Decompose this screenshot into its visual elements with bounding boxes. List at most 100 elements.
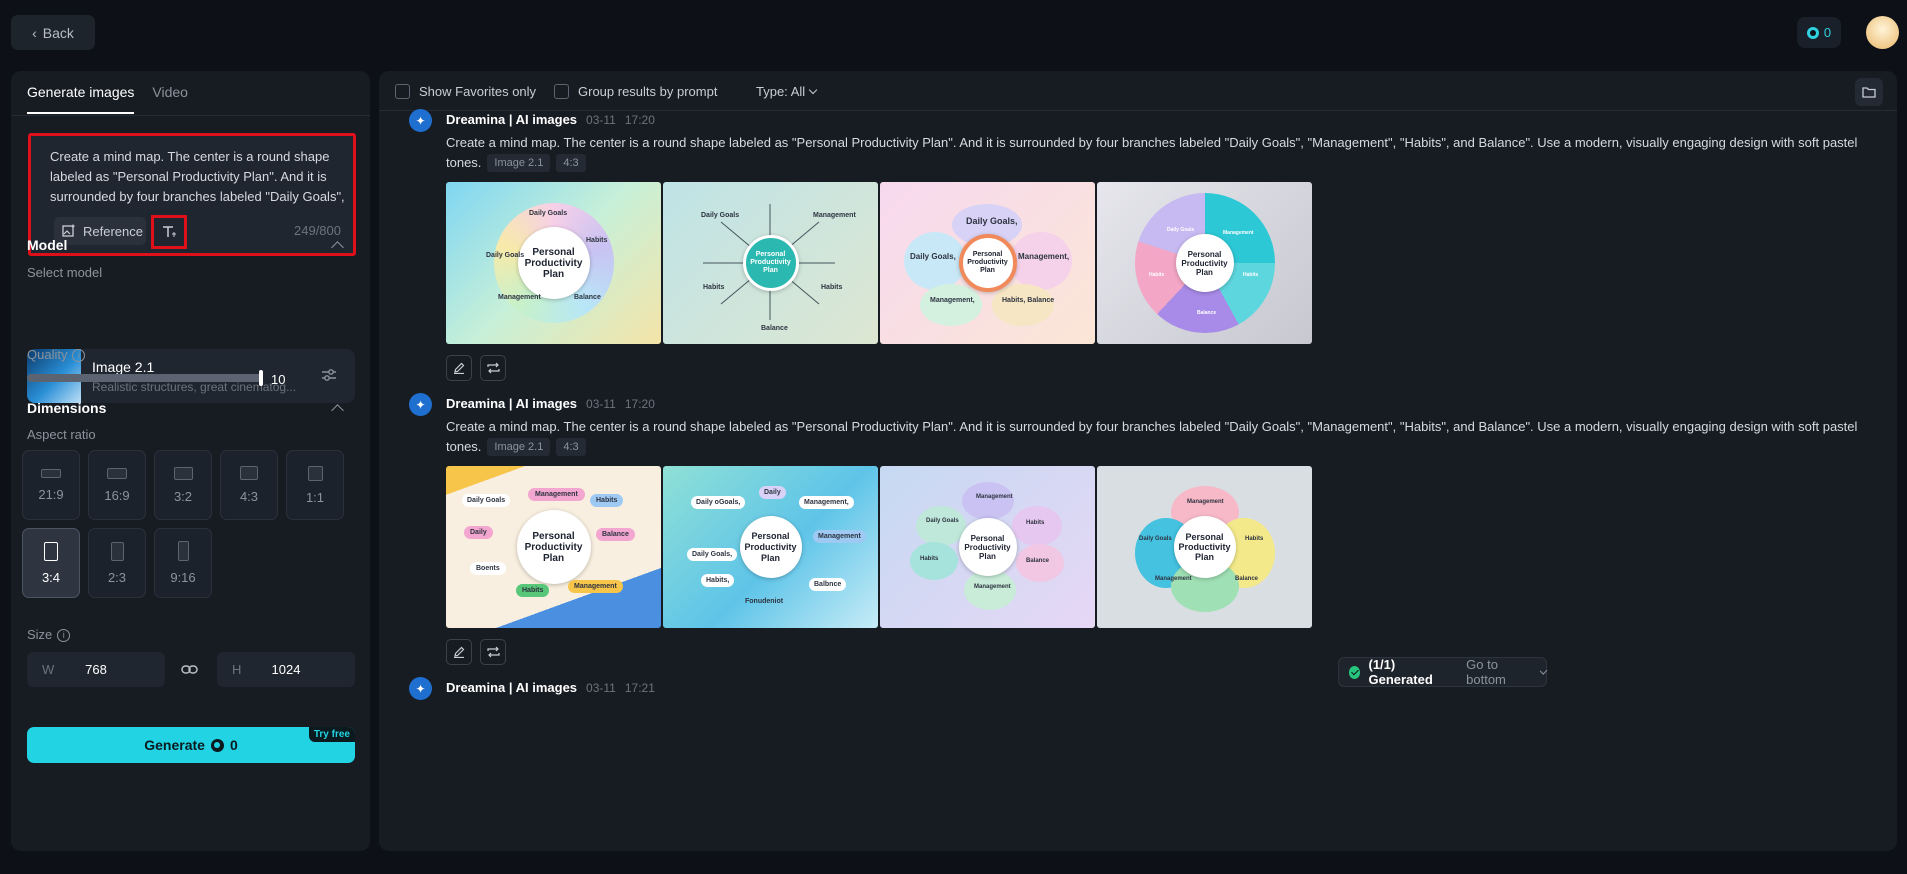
bubble-shape: [1012, 506, 1062, 546]
generated-image[interactable]: Personal Productivity Plan Management Da…: [1097, 466, 1312, 628]
quality-slider-handle[interactable]: [259, 370, 263, 386]
generate-button[interactable]: Generate 0 Try free: [27, 727, 355, 763]
entry-actions: [446, 355, 506, 381]
dimensions-section-title: Dimensions: [27, 400, 107, 416]
generate-label: Generate: [144, 737, 205, 753]
reference-image-icon: [62, 224, 75, 237]
text-format-button[interactable]: [151, 215, 187, 249]
back-button[interactable]: ‹ Back: [11, 15, 95, 50]
height-value[interactable]: 1024: [217, 662, 355, 677]
height-field[interactable]: H 1024: [217, 652, 355, 687]
branch-label: Daily Goals,: [687, 548, 738, 561]
generation-toast[interactable]: (1/1) Generated Go to bottom: [1338, 657, 1548, 687]
reference-button[interactable]: Reference: [54, 217, 146, 245]
go-to-bottom-link[interactable]: Go to bottom: [1466, 657, 1532, 687]
ratio-option-3-2[interactable]: 3:2: [154, 450, 212, 520]
regenerate-button[interactable]: [480, 639, 506, 665]
regenerate-icon: [486, 362, 500, 374]
branch-label: Balance: [1026, 558, 1050, 564]
center-node: Personal Productivity Plan: [958, 518, 1017, 576]
checkbox-box[interactable]: [395, 84, 410, 99]
generated-image[interactable]: Personal Productivity Plan Daily Goals M…: [663, 182, 878, 344]
edit-icon: [454, 362, 465, 374]
ratio-shape-icon: [44, 541, 58, 561]
entry-author: Dreamina | AI images: [446, 680, 578, 695]
regenerate-button[interactable]: [480, 355, 506, 381]
entry-header: Dreamina | AI images 03-11 17:21: [446, 680, 655, 695]
credit-icon: [210, 738, 224, 752]
branch-label: Daily Goals: [701, 212, 740, 219]
branch-label: Daily oGoals,: [691, 496, 746, 509]
tab-generate-images[interactable]: Generate images: [27, 84, 135, 114]
ratio-shape-icon: [307, 465, 323, 481]
ratio-tag: 4:3: [556, 154, 586, 172]
prompt-box[interactable]: Create a mind map. The center is a round…: [28, 133, 356, 256]
top-bar: ‹ Back 0: [0, 0, 1907, 68]
model-section-title: Model: [27, 237, 68, 253]
edit-button[interactable]: [446, 355, 472, 381]
branch-label: Management: [498, 294, 541, 301]
chevron-up-icon[interactable]: [331, 404, 344, 417]
ratio-option-4-3[interactable]: 4:3: [220, 450, 278, 520]
ratio-label: 1:1: [305, 489, 325, 505]
width-field[interactable]: W 768: [27, 652, 165, 687]
generated-image[interactable]: Personal Productivity Plan Daily Goals H…: [446, 182, 661, 344]
results-area: Show Favorites only Group results by pro…: [379, 71, 1897, 851]
center-node: Personal Productivity Plan: [742, 235, 799, 291]
ratio-option-1-1[interactable]: 1:1: [286, 450, 344, 520]
credit-icon: [1806, 26, 1819, 39]
prompt-textarea[interactable]: Create a mind map. The center is a round…: [50, 147, 346, 209]
ratio-label: 3:2: [173, 488, 193, 504]
ratio-option-9-16[interactable]: 9:16: [154, 528, 212, 598]
generated-image[interactable]: Personal Productivity Plan Daily Goals M…: [880, 466, 1095, 628]
avatar[interactable]: [1866, 16, 1899, 49]
petal-shape: [920, 284, 982, 326]
entry-prompt[interactable]: Create a mind map. The center is a round…: [446, 133, 1866, 173]
ratio-shape-icon: [41, 468, 61, 478]
branch-label: Habits: [1026, 520, 1045, 526]
generated-image[interactable]: Personal Productivity Plan Daily Goals, …: [880, 182, 1095, 344]
entry-prompt[interactable]: Create a mind map. The center is a round…: [446, 417, 1866, 457]
entry-date: 03-11: [586, 397, 616, 411]
ratio-option-2-3[interactable]: 2:3: [88, 528, 146, 598]
link-icon[interactable]: [181, 661, 198, 678]
model-tag: Image 2.1: [487, 154, 551, 172]
branch-label: Management: [974, 584, 1011, 590]
bubble-shape: [964, 570, 1016, 610]
edit-button[interactable]: [446, 639, 472, 665]
width-value[interactable]: 768: [27, 662, 165, 677]
entry-prompt-text: Create a mind map. The center is a round…: [446, 135, 1858, 170]
dreamina-logo-icon: ✦: [409, 393, 432, 416]
ratio-option-16-9[interactable]: 16:9: [88, 450, 146, 520]
tab-video[interactable]: Video: [152, 84, 188, 114]
branch-label: Management: [568, 580, 623, 593]
branch-label: Management: [813, 212, 856, 219]
branch-label: Daily Goals: [1139, 536, 1172, 542]
ratio-label: 21:9: [38, 486, 64, 502]
generated-image[interactable]: Personal Productivity Plan Daily Goals M…: [446, 466, 661, 628]
credits-badge[interactable]: 0: [1797, 17, 1841, 48]
branch-label: Management: [813, 530, 866, 543]
group-label: Group results by prompt: [578, 84, 718, 99]
favorites-checkbox[interactable]: Show Favorites only: [395, 84, 536, 99]
group-by-prompt-checkbox[interactable]: Group results by prompt: [554, 84, 717, 99]
center-node: Personal Productivity Plan: [958, 234, 1017, 292]
quality-slider[interactable]: [27, 374, 263, 382]
info-icon[interactable]: i: [57, 629, 71, 643]
center-node: Personal Productivity Plan: [1173, 516, 1236, 578]
folder-button[interactable]: [1855, 78, 1883, 106]
petal-shape: [904, 232, 966, 290]
ratio-option-3-4[interactable]: 3:4: [22, 528, 80, 598]
tabs-divider: [11, 115, 370, 116]
branch-label: Daily Goals: [1167, 227, 1195, 233]
branch-label: Balbnce: [809, 578, 847, 591]
checkbox-box[interactable]: [554, 84, 569, 99]
ratio-option-21-9[interactable]: 21:9: [22, 450, 80, 520]
info-icon[interactable]: i: [72, 349, 86, 363]
ratio-label: 3:4: [41, 569, 61, 585]
type-filter-dropdown[interactable]: Type: All: [756, 84, 818, 99]
generated-image[interactable]: Personal Productivity Plan Daily Goals M…: [1097, 182, 1312, 344]
generated-image[interactable]: Personal Productivity Plan Daily oGoals,…: [663, 466, 878, 628]
entry-date: 03-11: [586, 113, 616, 127]
settings-sliders-icon[interactable]: [321, 367, 337, 383]
